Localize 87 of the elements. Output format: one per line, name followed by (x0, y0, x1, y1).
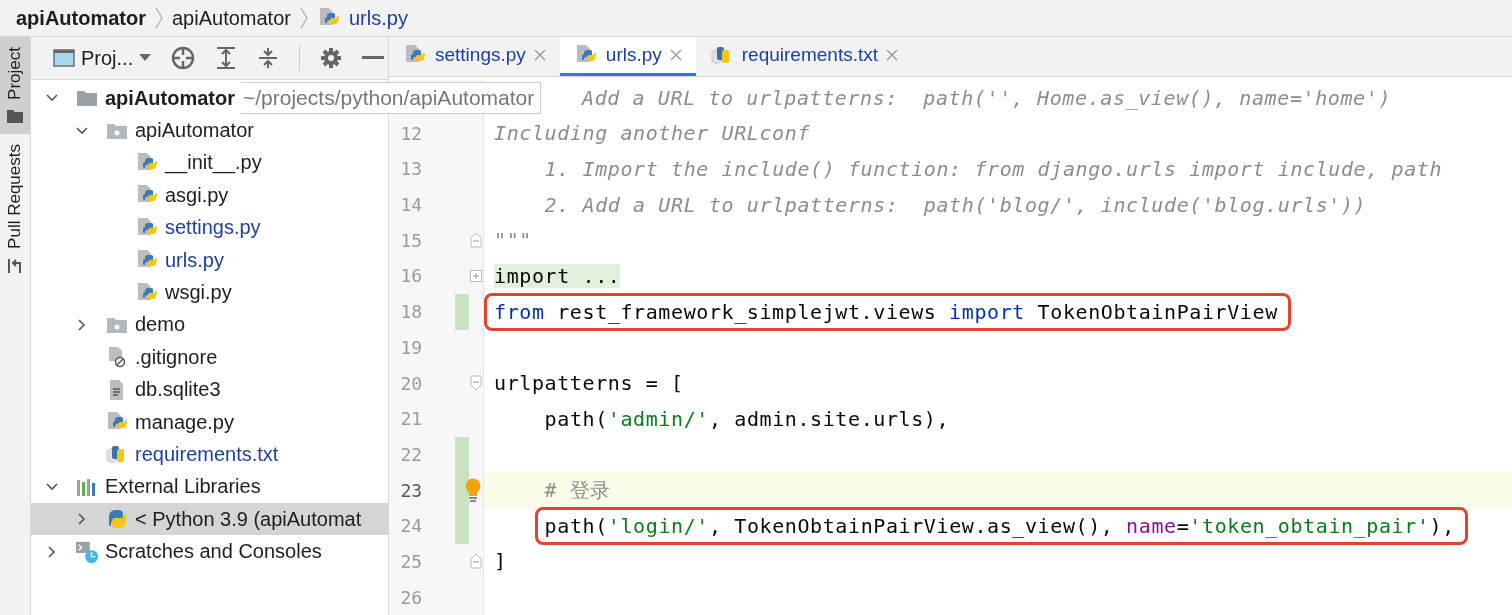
ignored-file-icon (107, 346, 127, 369)
code-line: path('admin/', admin.site.urls), (544, 406, 950, 431)
code-line: Including another URLconf (494, 121, 811, 146)
tree-item[interactable]: External Libraries (31, 470, 388, 504)
code-line: ] (494, 549, 507, 574)
file-name: requirements.txt (135, 443, 279, 466)
close-icon[interactable] (533, 48, 546, 61)
line-number: 26 (399, 586, 424, 608)
highlight-box: from rest_framework_simplejwt.views import TokenObtainPairView (484, 292, 1291, 331)
folder-icon (76, 89, 98, 108)
minimize-icon[interactable] (362, 55, 385, 61)
line-number: 25 (399, 550, 424, 572)
locate-icon[interactable] (171, 46, 196, 70)
fold-marker-icon[interactable] (470, 375, 483, 392)
editor-tab[interactable]: requirements.txt (695, 37, 913, 76)
breadcrumb-item[interactable]: apiAutomator (172, 6, 291, 30)
file-name: wsgi.py (165, 281, 232, 305)
line-number: 14 (399, 194, 424, 216)
window-icon (53, 49, 75, 67)
breadcrumb-item[interactable]: apiAutomator (16, 6, 146, 30)
file-name: .gitignore (135, 345, 218, 369)
highlight-box: path('login/', TokenObtainPairView.as_view(), name='token_obtain_pair'), (534, 506, 1468, 545)
file-name: apiAutomator (105, 86, 235, 110)
file-name: manage.py (135, 410, 234, 434)
tree-item[interactable]: db.sqlite3 (31, 373, 388, 406)
code-line: Add a URL to urlpatterns: path('', Home.as_view(), name='home') (582, 85, 1392, 110)
file-name: External Libraries (105, 475, 261, 499)
line-number: 19 (399, 336, 424, 358)
folder-icon (106, 121, 128, 140)
line-number: 23 (399, 479, 424, 501)
line-number: 12 (399, 122, 424, 144)
code-line: # 登录 (544, 476, 612, 504)
tree-item[interactable]: __init__.py (31, 146, 388, 180)
line-number: 22 (399, 443, 424, 465)
file-name: urls.py (165, 248, 224, 272)
folder-icon (106, 315, 128, 334)
chevron-icon (298, 7, 309, 29)
tree-item[interactable]: requirements.txt (31, 438, 388, 471)
code-line: """ (494, 228, 532, 253)
tree-item[interactable]: .gitignore (31, 341, 388, 374)
settings-icon[interactable] (320, 47, 343, 69)
tree-item[interactable]: demo (31, 308, 388, 342)
tree-item[interactable]: settings.py (31, 211, 388, 244)
view-selector[interactable]: Proj... (53, 46, 152, 70)
chevron-icon (154, 7, 164, 29)
tool-window-tab[interactable]: Pull Requests (0, 133, 30, 285)
tool-window-tab[interactable]: Project (0, 37, 30, 134)
expand-all-icon[interactable] (215, 46, 238, 70)
file-name: demo (135, 313, 186, 337)
file-name: asgi.py (165, 183, 229, 207)
tree-item[interactable]: Scratches and Consoles (31, 535, 388, 568)
path-tooltip: ~/projects/python/apiAutomator (241, 82, 542, 115)
code-line: 1. Import the include() function: from django.urls import include, path (544, 156, 1443, 181)
line-number: 24 (399, 515, 424, 537)
tree-item[interactable]: < Python 3.9 (apiAutomat (31, 503, 388, 536)
file-name: db.sqlite3 (135, 378, 221, 402)
tree-item[interactable]: manage.py (31, 405, 388, 439)
file-name: apiAutomator (135, 119, 254, 143)
caret-icon (139, 54, 152, 62)
tree-item[interactable]: urls.py (31, 243, 388, 277)
editor-tab[interactable]: settings.py (389, 37, 560, 76)
file-name: Scratches and Consoles (105, 540, 322, 564)
fold-marker-icon[interactable] (470, 232, 483, 249)
file-name: < Python 3.9 (apiAutomat (135, 507, 362, 531)
close-icon[interactable] (886, 48, 899, 61)
code-line: urlpatterns = [ (494, 371, 684, 396)
fold-marker-icon[interactable] (470, 553, 483, 570)
code-line: 2. Add a URL to urlpatterns: path('blog/', include('blog.urls')) (544, 192, 1367, 217)
file-name: settings.py (165, 216, 261, 240)
breadcrumb-item[interactable]: urls.py (348, 6, 408, 30)
libraries-icon (76, 477, 98, 496)
line-number: 15 (399, 229, 424, 251)
close-icon[interactable] (669, 48, 682, 61)
editor-tab[interactable]: urls.py (559, 37, 696, 76)
tree-item[interactable]: apiAutomator (31, 114, 388, 147)
lightbulb-icon[interactable] (464, 478, 482, 503)
line-number: 13 (399, 158, 424, 180)
collapse-all-icon[interactable] (257, 46, 280, 70)
file-name: __init__.py (165, 151, 262, 175)
folder-icon (6, 107, 24, 124)
tree-item[interactable]: wsgi.py (31, 276, 388, 309)
line-number: 20 (399, 372, 424, 394)
line-number: 16 (399, 265, 424, 287)
tree-item[interactable]: asgi.py (31, 179, 388, 212)
pull-request-icon (6, 256, 24, 275)
line-number: 18 (399, 301, 424, 323)
line-number: 21 (399, 408, 424, 430)
